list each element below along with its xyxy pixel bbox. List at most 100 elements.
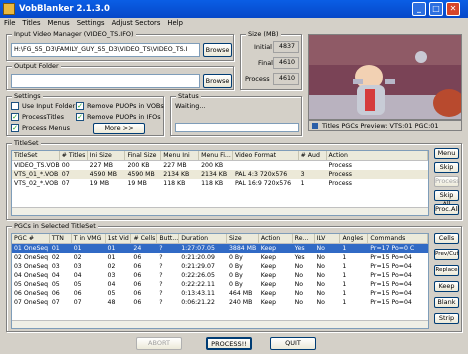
titleset-cell: 3 xyxy=(300,171,305,178)
check-mark-icon[interactable]: ✓ xyxy=(76,102,84,110)
input-path-field[interactable]: H:\FG_S5_D3\FAMILY_GUY_S5_D3\VIDEO_TS\VI… xyxy=(11,43,200,57)
pgc-cell: No xyxy=(316,272,325,279)
output-browse-button[interactable]: Browse xyxy=(203,74,232,88)
col-duration[interactable]: Duration xyxy=(179,234,227,243)
col-t-in-vmg[interactable]: T in VMG xyxy=(72,234,106,243)
blank-button[interactable]: Blank xyxy=(434,297,459,308)
quit-button[interactable]: QUIT xyxy=(270,337,316,350)
pgc-cell: 0:22:26.05 xyxy=(181,272,215,279)
col-action[interactable]: Action xyxy=(259,234,293,243)
use-input-folder-checkbox[interactable]: Use Input Folder xyxy=(11,102,75,110)
skip-button[interactable]: Skip xyxy=(434,162,459,173)
output-path-field[interactable] xyxy=(11,74,200,88)
pgc-cell: ? xyxy=(159,254,163,261)
pgc-cell: ? xyxy=(159,272,163,279)
col-audio[interactable]: # Aud xyxy=(299,151,327,160)
pgc-cell: 0:21:29.07 xyxy=(181,263,215,270)
pgc-cell: 02 xyxy=(51,254,60,261)
menu-adjust-sectors[interactable]: Adjust Sectors xyxy=(108,18,164,29)
col-1st-vid[interactable]: 1st Vid xyxy=(106,234,132,243)
col-titles[interactable]: # Titles xyxy=(60,151,88,160)
pgc-row[interactable]: 03 OneSeq 03 03 02 06? 0:21:29.07 0 By Keep No No… xyxy=(12,262,428,271)
menu-button[interactable]: Menu xyxy=(434,148,459,159)
pgcs-horizontal-scrollbar[interactable] xyxy=(12,320,428,328)
pgcs-table[interactable]: PGC # TTN T in VMG 1st Vid # Cells Butt.… xyxy=(11,233,429,329)
col-buttons[interactable]: Butt... xyxy=(157,234,180,243)
remove-puops-vobs-checkbox[interactable]: ✓ Remove PUOPs in VOBs xyxy=(76,102,164,110)
preview-slider-thumb[interactable] xyxy=(312,123,318,129)
process-titles-label: ProcessTitles xyxy=(22,113,64,121)
pgc-row[interactable]: 07 OneSeq 07 07 48 06? 0:06:21.22 240 MB Keep No… xyxy=(12,298,428,307)
strip-button[interactable]: Strip xyxy=(434,313,459,324)
col-ini-size[interactable]: Ini Size xyxy=(88,151,126,160)
proc-all-button[interactable]: Proc.All xyxy=(434,204,459,215)
skip-all-button[interactable]: Skip All xyxy=(434,190,459,208)
col-menu-final[interactable]: Menu Fi... xyxy=(199,151,233,160)
col-angles[interactable]: Angles xyxy=(340,234,369,243)
col-size[interactable]: Size xyxy=(227,234,259,243)
prev-cut-button[interactable]: Prev/Cut xyxy=(434,249,459,260)
maximize-button[interactable]: □ xyxy=(429,2,443,16)
titleset-cell: 4590 MB xyxy=(89,171,117,178)
col-titleset[interactable]: TitleSet xyxy=(12,151,60,160)
pgc-row[interactable]: 02 OneSeq 02 02 01 06? 0:21:20.09 0 By Keep Yes N… xyxy=(12,253,428,262)
checkbox-box[interactable] xyxy=(11,102,19,110)
titleset-horizontal-scrollbar[interactable] xyxy=(12,207,428,215)
more-button[interactable]: More >> xyxy=(93,123,145,134)
titleset-row[interactable]: VTS_02_*.VOB 07 19 MB 19 MB 118 KB 118 KB PAL … xyxy=(12,179,428,188)
menu-help[interactable]: Help xyxy=(163,18,186,29)
menu-settings[interactable]: Settings xyxy=(73,18,108,29)
pgc-cell: Pr=17 Po=0 C xyxy=(370,245,415,252)
titleset-group: TitleSet TitleSet # Titles Ini Size Fina… xyxy=(6,139,462,220)
col-video-format[interactable]: Video Format xyxy=(233,151,299,160)
pgc-row[interactable]: 06 OneSeq 06 06 05 06? 0:13:43.11 464 MB Keep No… xyxy=(12,289,428,298)
col-ttn[interactable]: TTN xyxy=(50,234,72,243)
col-action[interactable]: Action xyxy=(327,151,428,160)
preview-slider-track[interactable]: Titles PGCs Preview: VTS:01 PGC:01 xyxy=(308,120,462,131)
pgc-cell: No xyxy=(294,290,304,297)
process-titles-checkbox[interactable]: ✓ ProcessTitles xyxy=(11,113,64,121)
menu-titles[interactable]: Titles xyxy=(18,18,43,29)
pgc-cell: 02 xyxy=(107,263,116,270)
check-mark-icon[interactable]: ✓ xyxy=(11,113,19,121)
pgcs-group: PGCs in Selected TitleSet PGC # TTN T in… xyxy=(6,222,462,332)
output-group: Output Folder Browse xyxy=(6,62,234,90)
cells-button[interactable]: Cells xyxy=(434,233,459,244)
col-pgc[interactable]: PGC # xyxy=(12,234,50,243)
titleset-cell: 19 MB xyxy=(127,180,147,187)
col-replace[interactable]: Re... xyxy=(293,234,315,243)
titleset-cell: Process xyxy=(328,171,352,178)
col-cells[interactable]: # Cells xyxy=(131,234,158,243)
input-browse-button[interactable]: Browse xyxy=(203,43,232,57)
pgc-cell: Keep xyxy=(260,272,277,279)
minimize-button[interactable]: _ xyxy=(412,2,426,16)
menu-file[interactable]: File xyxy=(0,18,18,29)
pgc-row[interactable]: 04 OneSeq 04 04 03 06? 0:22:26.05 0 By Keep No No… xyxy=(12,271,428,280)
check-mark-icon[interactable]: ✓ xyxy=(76,113,84,121)
menu-menus[interactable]: Menus xyxy=(43,18,72,29)
titleset-row[interactable]: VIDEO_TS.VOB 00 227 MB 200 KB 227 MB 200 KB Pr… xyxy=(12,161,428,170)
process-all-button[interactable]: PROCESS!! xyxy=(206,337,252,350)
pgc-row[interactable]: 05 OneSeq 05 05 04 06? 0:22:22.11 0 By Keep No No… xyxy=(12,280,428,289)
keep-button[interactable]: Keep xyxy=(434,281,459,292)
abort-button[interactable]: ABORT xyxy=(136,337,182,350)
pgc-cell: 06 xyxy=(133,263,142,270)
pgc-cell: 0:06:21.22 xyxy=(181,299,215,306)
titleset-cell: Process xyxy=(328,162,352,169)
col-ilv[interactable]: ILV xyxy=(315,234,341,243)
check-mark-icon[interactable]: ✓ xyxy=(11,124,19,132)
remove-puops-ifos-checkbox[interactable]: ✓ Remove PUOPs in IFOs xyxy=(76,113,161,121)
replace-button[interactable]: Replace xyxy=(434,265,459,276)
pgc-row[interactable]: 01 OneSeq 01 01 01 24? 1:27:07.05 3884 MB Keep Y… xyxy=(12,244,428,253)
col-menu-ini[interactable]: Menu Ini xyxy=(161,151,200,160)
titleset-cell xyxy=(299,161,327,170)
process-button[interactable]: Process xyxy=(434,176,460,187)
close-button[interactable]: ✕ xyxy=(446,2,460,16)
process-menus-checkbox[interactable]: ✓ Process Menus xyxy=(11,124,70,132)
col-commands[interactable]: Commands xyxy=(368,234,428,243)
pgc-cell: 01 xyxy=(107,245,116,252)
pgc-cell: No xyxy=(294,263,304,270)
titleset-table[interactable]: TitleSet # Titles Ini Size Final Size Me… xyxy=(11,150,429,216)
col-final-size[interactable]: Final Size xyxy=(125,151,162,160)
titleset-row[interactable]: VTS_01_*.VOB 07 4590 MB 4590 MB 2134 KB 2134 … xyxy=(12,170,428,179)
